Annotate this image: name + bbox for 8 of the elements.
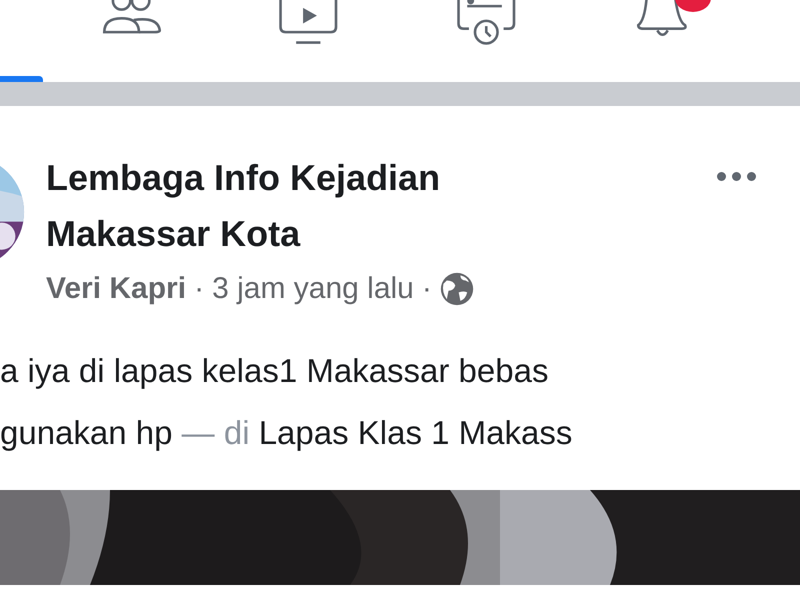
post-time[interactable]: 3 jam yang lalu bbox=[212, 272, 414, 306]
location-link[interactable]: Lapas Klas 1 Makass bbox=[258, 414, 572, 451]
globe-icon bbox=[440, 272, 474, 306]
author-name[interactable]: Veri Kapri bbox=[46, 272, 186, 306]
separator-dot: · bbox=[194, 272, 204, 306]
separator-dot: · bbox=[422, 272, 432, 306]
page-name[interactable]: Lembaga Info Kejadian Makassar Kota bbox=[46, 150, 566, 262]
post-text: a iya di lapas kelas1 Makassar bebas gunakan hp — di Lapas Klas 1 Makass bbox=[0, 351, 574, 453]
